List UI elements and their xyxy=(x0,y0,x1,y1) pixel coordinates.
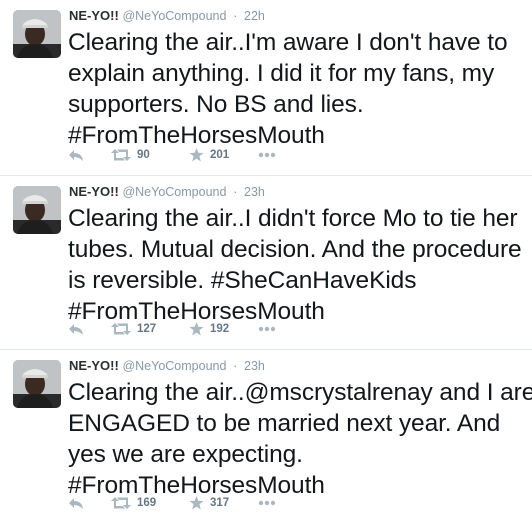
tweet-actions: 90 201 xyxy=(68,147,298,163)
tweet-text-line: ENGAGED to be married next year. And xyxy=(68,410,501,437)
retweet-icon xyxy=(111,149,131,161)
more-icon xyxy=(258,152,276,158)
reply-icon xyxy=(69,498,83,509)
display-name[interactable]: NE-YO!! xyxy=(69,8,119,23)
tweet-text-line: supporters. No BS and lies. xyxy=(68,91,364,118)
tweet-text-line: explain anything. I did it for my fans, … xyxy=(68,60,495,87)
more-icon xyxy=(258,326,276,332)
retweet-icon xyxy=(111,323,131,335)
retweet-count: 127 xyxy=(137,323,157,335)
display-name[interactable]: NE-YO!! xyxy=(69,358,119,373)
more-button[interactable] xyxy=(258,147,276,163)
reply-button[interactable] xyxy=(68,321,84,337)
tweet-header: NE-YO!! @NeYoCompound · 22h xyxy=(69,7,265,25)
tweet-text: Clearing the air..I didn't force Mo to t… xyxy=(68,203,523,327)
star-icon xyxy=(189,148,204,162)
tweet-actions: 127 192 xyxy=(68,321,298,337)
timestamp[interactable]: 23h xyxy=(244,359,265,373)
username[interactable]: @NeYoCompound xyxy=(122,9,226,23)
avatar[interactable] xyxy=(13,360,61,408)
favorite-count: 192 xyxy=(210,323,230,335)
retweet-button[interactable]: 90 xyxy=(111,147,150,163)
favorite-count: 317 xyxy=(210,497,230,509)
reply-button[interactable] xyxy=(68,495,84,511)
avatar[interactable] xyxy=(13,10,61,58)
timestamp[interactable]: 23h xyxy=(244,185,265,199)
username[interactable]: @NeYoCompound xyxy=(122,359,226,373)
retweet-count: 90 xyxy=(137,149,150,161)
separator-dot: · xyxy=(233,184,238,199)
reply-icon xyxy=(69,150,83,161)
more-button[interactable] xyxy=(258,321,276,337)
star-icon xyxy=(189,322,204,336)
tweet-actions: 169 317 xyxy=(68,495,298,511)
more-icon xyxy=(258,500,276,506)
favorite-button[interactable]: 192 xyxy=(189,321,229,337)
timeline: NE-YO!! @NeYoCompound · 22h Clearing the… xyxy=(0,0,532,523)
reply-icon xyxy=(69,324,83,335)
retweet-button[interactable]: 169 xyxy=(111,495,156,511)
tweet-text-line: yes we are expecting. xyxy=(68,441,303,468)
tweet-text-line: Clearing the air..@mscrystalrenay and I … xyxy=(68,379,532,406)
timestamp[interactable]: 22h xyxy=(244,9,265,23)
avatar[interactable] xyxy=(13,186,61,234)
star-icon xyxy=(189,496,204,510)
tweet[interactable]: NE-YO!! @NeYoCompound · 23h Clearing the… xyxy=(0,176,532,350)
tweet-text: Clearing the air..@mscrystalrenay and I … xyxy=(68,377,532,501)
retweet-button[interactable]: 127 xyxy=(111,321,156,337)
tweet-text: Clearing the air..I'm aware I don't have… xyxy=(68,27,523,151)
tweet[interactable]: NE-YO!! @NeYoCompound · 23h Clearing the… xyxy=(0,350,532,523)
favorite-button[interactable]: 317 xyxy=(189,495,229,511)
favorite-count: 201 xyxy=(210,149,230,161)
username[interactable]: @NeYoCompound xyxy=(122,185,226,199)
retweet-count: 169 xyxy=(137,497,157,509)
tweet-text-line: Clearing the air..I'm aware I don't have… xyxy=(68,29,508,56)
display-name[interactable]: NE-YO!! xyxy=(69,184,119,199)
tweet-text-line: tubes. Mutual decision. And the procedur… xyxy=(68,236,522,263)
separator-dot: · xyxy=(233,8,238,23)
tweet-text-line: is reversible. #SheCanHaveKids xyxy=(68,267,417,294)
tweet-header: NE-YO!! @NeYoCompound · 23h xyxy=(69,183,265,201)
tweet-header: NE-YO!! @NeYoCompound · 23h xyxy=(69,357,265,375)
retweet-icon xyxy=(111,497,131,509)
separator-dot: · xyxy=(233,358,238,373)
tweet[interactable]: NE-YO!! @NeYoCompound · 22h Clearing the… xyxy=(0,0,532,176)
reply-button[interactable] xyxy=(68,147,84,163)
more-button[interactable] xyxy=(258,495,276,511)
favorite-button[interactable]: 201 xyxy=(189,147,229,163)
tweet-text-line: Clearing the air..I didn't force Mo to t… xyxy=(68,205,518,232)
